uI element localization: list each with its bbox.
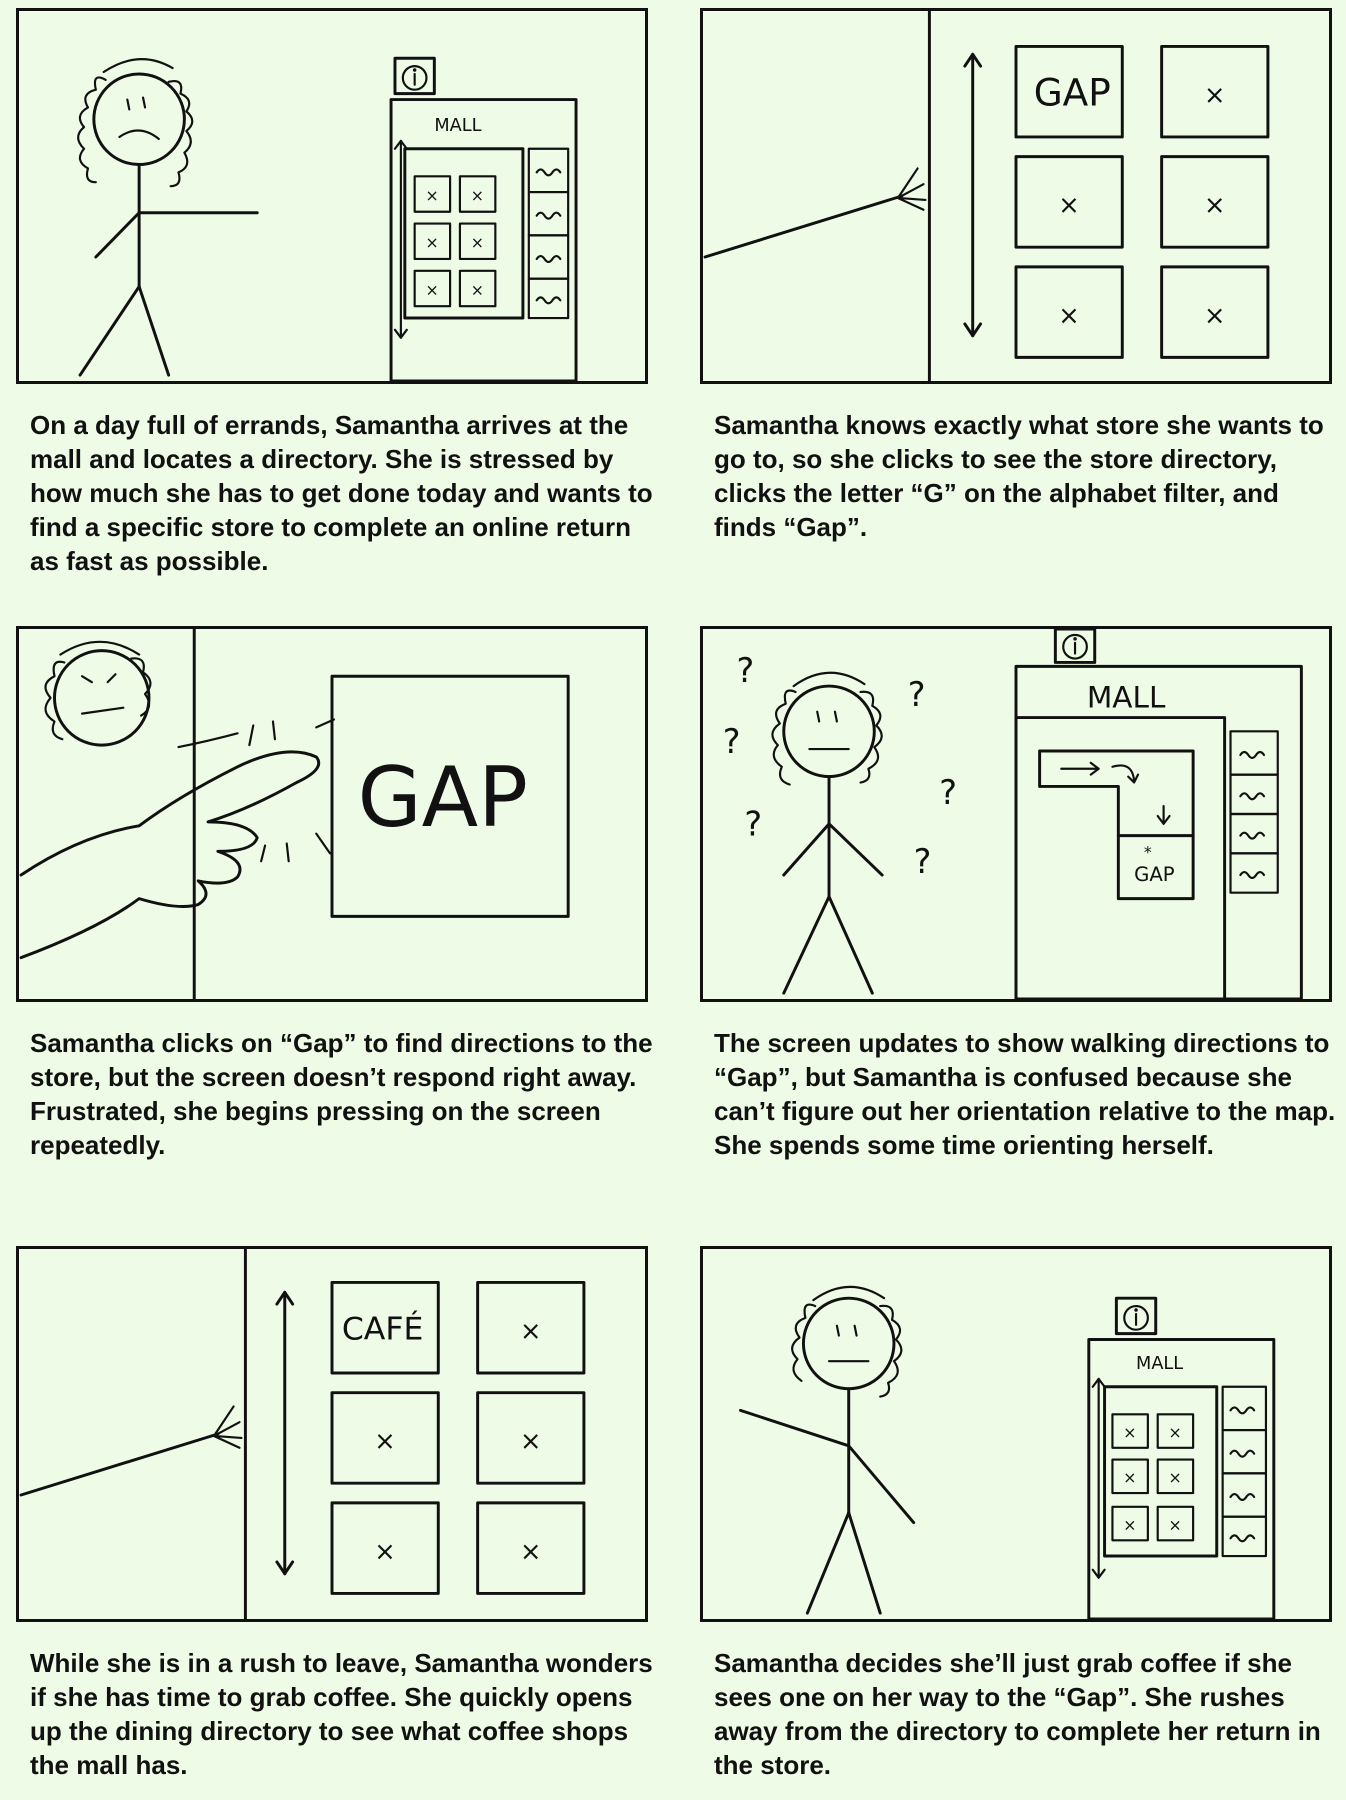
samantha-figure bbox=[738, 1285, 916, 1615]
scroll-arrow-icon bbox=[275, 1290, 295, 1576]
arrow-icon bbox=[1060, 761, 1100, 776]
svg-text:×: × bbox=[1123, 1468, 1136, 1487]
svg-text:×: × bbox=[1169, 1515, 1182, 1534]
panel-2-sketch: GAP × × × × × bbox=[700, 8, 1332, 384]
svg-text:×: × bbox=[471, 186, 484, 205]
panel-5-caption: While she is in a rush to leave, Samanth… bbox=[30, 1648, 653, 1780]
svg-text:×: × bbox=[425, 186, 438, 205]
svg-text:?: ? bbox=[737, 651, 755, 690]
tap-lines bbox=[248, 718, 336, 863]
info-icon bbox=[1123, 1304, 1149, 1331]
cafe-label: CAFÉ bbox=[342, 1310, 423, 1348]
svg-text:×: × bbox=[1204, 301, 1225, 331]
svg-text:×: × bbox=[520, 1537, 541, 1567]
svg-text:?: ? bbox=[908, 675, 926, 714]
svg-text:×: × bbox=[1123, 1515, 1136, 1534]
mall-kiosk: MALL × × × × × × bbox=[1087, 1296, 1276, 1619]
svg-text:×: × bbox=[374, 1537, 395, 1567]
dining-grid: CAFÉ × × × × × bbox=[330, 1280, 586, 1595]
svg-text:?: ? bbox=[914, 842, 932, 881]
svg-text:?: ? bbox=[744, 805, 762, 844]
panel-1-sketch: MALL × × × × × × bbox=[16, 8, 648, 384]
svg-text:×: × bbox=[471, 233, 484, 252]
samantha-frustrated-face bbox=[44, 640, 152, 747]
svg-text:×: × bbox=[471, 280, 484, 299]
store-grid: × × × × × × bbox=[413, 175, 497, 308]
svg-text:?: ? bbox=[723, 722, 741, 761]
gap-button-label: GAP bbox=[358, 750, 528, 846]
svg-text:×: × bbox=[520, 1427, 541, 1457]
panel-3-sketch: GAP bbox=[16, 626, 648, 1002]
svg-text:×: × bbox=[1204, 81, 1225, 111]
pointing-arm bbox=[703, 167, 927, 259]
svg-text:×: × bbox=[1058, 301, 1079, 331]
store-grid: GAP × × × × × bbox=[1014, 44, 1270, 359]
samantha-confused-figure bbox=[771, 671, 884, 995]
pressing-hand bbox=[19, 732, 321, 960]
kiosk-menu-tabs bbox=[527, 147, 570, 320]
kiosk-menu-tabs bbox=[1221, 1385, 1268, 1558]
pointing-arm bbox=[19, 1405, 243, 1497]
scroll-arrow-icon bbox=[963, 52, 983, 338]
svg-text:×: × bbox=[1123, 1423, 1136, 1442]
svg-text:×: × bbox=[374, 1427, 395, 1457]
panel-2-caption: Samantha knows exactly what store she wa… bbox=[714, 410, 1324, 542]
svg-text:×: × bbox=[1169, 1468, 1182, 1487]
info-icon bbox=[401, 65, 428, 91]
panel-3-caption: Samantha clicks on “Gap” to find directi… bbox=[30, 1028, 653, 1160]
mall-kiosk: MALL × × × × × × bbox=[389, 56, 578, 381]
svg-text:?: ? bbox=[939, 773, 957, 812]
store-grid: × × × × × × bbox=[1111, 1413, 1195, 1542]
panel-4-caption: The screen updates to show walking direc… bbox=[714, 1028, 1336, 1160]
svg-text:×: × bbox=[1169, 1423, 1182, 1442]
svg-text:*: * bbox=[1144, 842, 1152, 861]
svg-text:×: × bbox=[1204, 191, 1225, 221]
svg-text:×: × bbox=[425, 233, 438, 252]
route-map: * GAP bbox=[1038, 749, 1195, 901]
panel-6-sketch: MALL × × × × × × bbox=[700, 1246, 1332, 1622]
question-mark-icon: ? ? ? ? ? ? bbox=[723, 651, 957, 881]
svg-text:×: × bbox=[425, 280, 438, 299]
kiosk-label: MALL bbox=[1087, 681, 1166, 715]
kiosk-label: MALL bbox=[434, 116, 481, 136]
panel-4-sketch: ? ? ? ? ? ? MALL * GAP bbox=[700, 626, 1332, 1002]
kiosk-menu-tabs bbox=[1229, 730, 1279, 894]
destination-label: GAP bbox=[1134, 863, 1175, 886]
samantha-figure bbox=[77, 58, 259, 377]
svg-text:×: × bbox=[520, 1317, 541, 1347]
info-icon bbox=[1062, 633, 1088, 660]
panel-6-caption: Samantha decides she’ll just grab coffee… bbox=[714, 1648, 1321, 1780]
gap-store-label: GAP bbox=[1034, 70, 1111, 114]
panel-1-caption: On a day full of errands, Samantha arriv… bbox=[30, 410, 653, 576]
kiosk-label: MALL bbox=[1136, 1354, 1183, 1374]
mall-kiosk: MALL * GAP bbox=[1014, 629, 1303, 999]
panel-5-sketch: CAFÉ × × × × × bbox=[16, 1246, 648, 1622]
svg-text:×: × bbox=[1058, 191, 1079, 221]
